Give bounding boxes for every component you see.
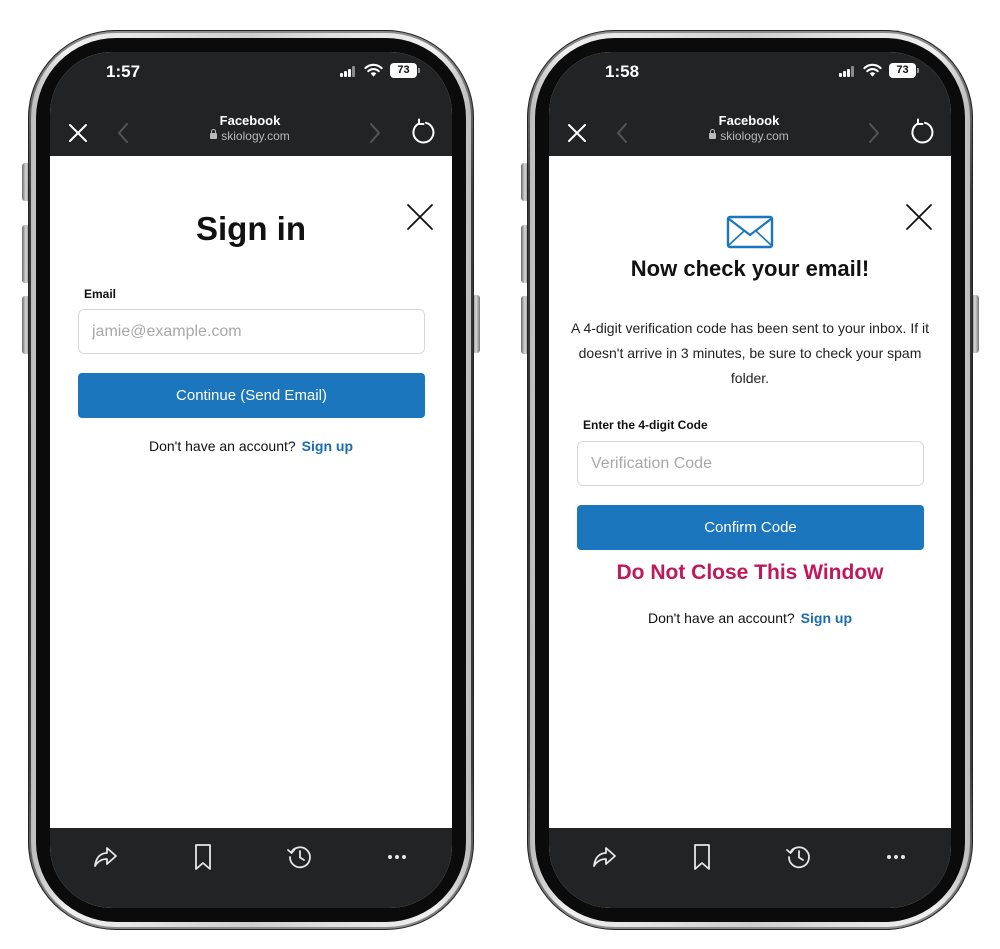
back-icon[interactable] [114,119,132,147]
battery-icon: 73 [889,63,919,78]
close-icon[interactable] [563,119,591,147]
cellular-signal-icon [839,66,856,77]
battery-level: 73 [896,64,909,76]
reload-icon[interactable] [408,117,438,147]
page-title: Sign in [196,210,306,247]
verification-code-field[interactable] [577,441,924,486]
email-field[interactable] [78,309,425,354]
signup-row: Don't have an account? Sign up [549,610,951,626]
status-bar: 1:58 73 [549,52,951,111]
lock-icon [709,129,717,139]
forward-icon[interactable] [366,119,384,147]
lock-icon [210,129,218,139]
dialog-close-icon[interactable] [904,202,934,232]
phone-left: 1:57 73 Facebook skiology.com Sign in Em… [22,30,480,930]
back-icon[interactable] [613,119,631,147]
signup-row: Don't have an account? Sign up [50,438,452,454]
phone-right: 1:58 73 Facebook skiology.com Now check … [521,30,979,930]
signup-link[interactable]: Sign up [801,610,852,626]
close-icon[interactable] [64,119,92,147]
forward-icon[interactable] [865,119,883,147]
no-account-text: Don't have an account? [648,610,795,626]
confirm-code-button[interactable]: Confirm Code [577,505,924,550]
browser-nav-bar: Facebook skiology.com [50,111,452,156]
status-bar: 1:57 73 [50,52,452,111]
wifi-icon [364,63,383,77]
verification-description: A 4-digit verification code has been sen… [571,320,929,386]
status-time: 1:57 [106,62,141,81]
code-label: Enter the 4-digit Code [583,418,708,432]
browser-page-title: Facebook [718,113,780,128]
email-label: Email [84,287,117,301]
history-icon[interactable] [285,842,315,872]
battery-level: 73 [397,64,410,76]
cellular-signal-icon [340,66,357,77]
browser-domain-text: skiology.com [221,129,290,143]
more-icon[interactable] [881,842,911,872]
signin-page: Sign in Email Continue (Send Email) Don'… [50,156,452,828]
browser-toolbar [549,828,951,908]
browser-toolbar [50,828,452,908]
wifi-icon [863,63,882,77]
do-not-close-warning: Do Not Close This Window [616,561,884,584]
browser-domain: skiology.com [150,129,350,143]
envelope-icon [726,215,774,249]
battery-icon: 73 [390,63,420,78]
share-icon[interactable] [589,842,619,872]
page-title: Now check your email! [630,256,870,281]
continue-send-email-button[interactable]: Continue (Send Email) [78,373,425,418]
bookmark-icon[interactable] [188,842,218,872]
signup-link[interactable]: Sign up [302,438,353,454]
browser-domain: skiology.com [649,129,849,143]
share-icon[interactable] [90,842,120,872]
screen: 1:58 73 Facebook skiology.com Now check … [549,52,951,908]
history-icon[interactable] [784,842,814,872]
status-time: 1:58 [605,62,640,81]
no-account-text: Don't have an account? [149,438,296,454]
browser-nav-bar: Facebook skiology.com [549,111,951,156]
bookmark-icon[interactable] [687,842,717,872]
screen: 1:57 73 Facebook skiology.com Sign in Em… [50,52,452,908]
browser-domain-text: skiology.com [720,129,789,143]
more-icon[interactable] [382,842,412,872]
reload-icon[interactable] [907,117,937,147]
verify-email-page: Now check your email! A 4-digit verifica… [549,156,951,828]
browser-page-title: Facebook [219,113,281,128]
